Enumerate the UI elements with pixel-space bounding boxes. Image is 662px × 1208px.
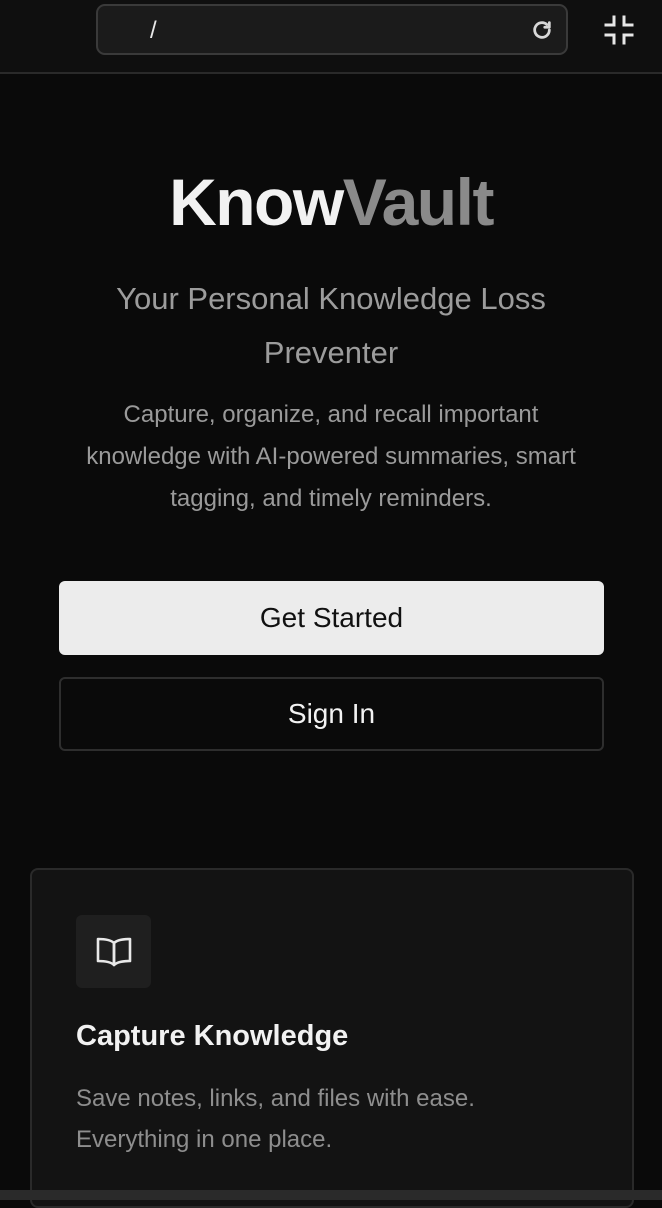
bottom-divider <box>0 1190 662 1200</box>
reload-icon[interactable] <box>530 18 554 42</box>
book-open-icon <box>76 915 151 988</box>
brand-logo-text: KnowVault <box>0 164 662 240</box>
url-text[interactable]: / <box>150 17 157 45</box>
brand-part-vault: Vault <box>342 165 495 239</box>
hero-description: Capture, organize, and recall important … <box>86 401 576 512</box>
browser-toolbar: / <box>0 0 662 74</box>
sign-in-button[interactable]: Sign In <box>59 677 604 751</box>
hero-tagline: Your Personal Knowledge Loss Preventer <box>116 281 546 370</box>
get-started-button[interactable]: Get Started <box>59 581 604 655</box>
feature-card-capture: Capture Knowledge Save notes, links, and… <box>30 868 634 1208</box>
address-bar[interactable]: / <box>96 4 568 55</box>
feature-title: Capture Knowledge <box>76 1020 349 1052</box>
exit-fullscreen-icon[interactable] <box>603 15 635 45</box>
brand-part-know: Know <box>169 165 344 239</box>
feature-description: Save notes, links, and files with ease. … <box>76 1085 475 1153</box>
